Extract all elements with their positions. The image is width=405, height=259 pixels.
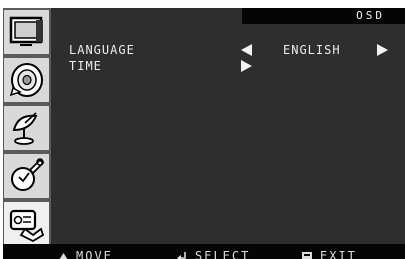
move-hint: MOVE	[59, 249, 113, 259]
select-label: SELECT	[195, 249, 251, 259]
setup-menu-tab[interactable]	[4, 154, 49, 198]
language-label: LANGUAGE	[69, 43, 135, 57]
menu-sidebar	[3, 8, 51, 246]
satellite-dish-icon	[12, 112, 37, 145]
channel-menu-tab[interactable]	[4, 106, 49, 150]
tools-icon	[10, 158, 44, 191]
osd-settings-icon	[9, 209, 44, 243]
move-label: MOVE	[76, 249, 113, 259]
picture-menu-tab[interactable]	[4, 10, 49, 54]
help-bar: MOVE SELECT EXIT	[3, 244, 405, 259]
tv-screen-icon	[9, 16, 43, 46]
exit-label: EXIT	[320, 249, 357, 259]
title-bar: OSD	[242, 8, 405, 24]
up-arrow-icon	[59, 252, 68, 259]
sound-menu-tab[interactable]	[4, 58, 49, 102]
language-prev-arrow-icon[interactable]	[241, 44, 252, 56]
exit-hint: EXIT	[302, 249, 357, 259]
menu-button-icon	[302, 251, 312, 259]
osd-menu-tab[interactable]	[4, 202, 49, 246]
language-next-arrow-icon[interactable]	[377, 44, 388, 56]
osd-panel	[3, 8, 405, 259]
language-value[interactable]: ENGLISH	[283, 43, 341, 57]
time-enter-arrow-icon[interactable]	[241, 60, 252, 72]
time-label[interactable]: TIME	[69, 59, 102, 73]
speaker-cone-icon	[9, 63, 43, 97]
select-hint: SELECT	[177, 249, 250, 259]
enter-icon	[177, 251, 186, 259]
menu-title: OSD	[356, 9, 385, 22]
